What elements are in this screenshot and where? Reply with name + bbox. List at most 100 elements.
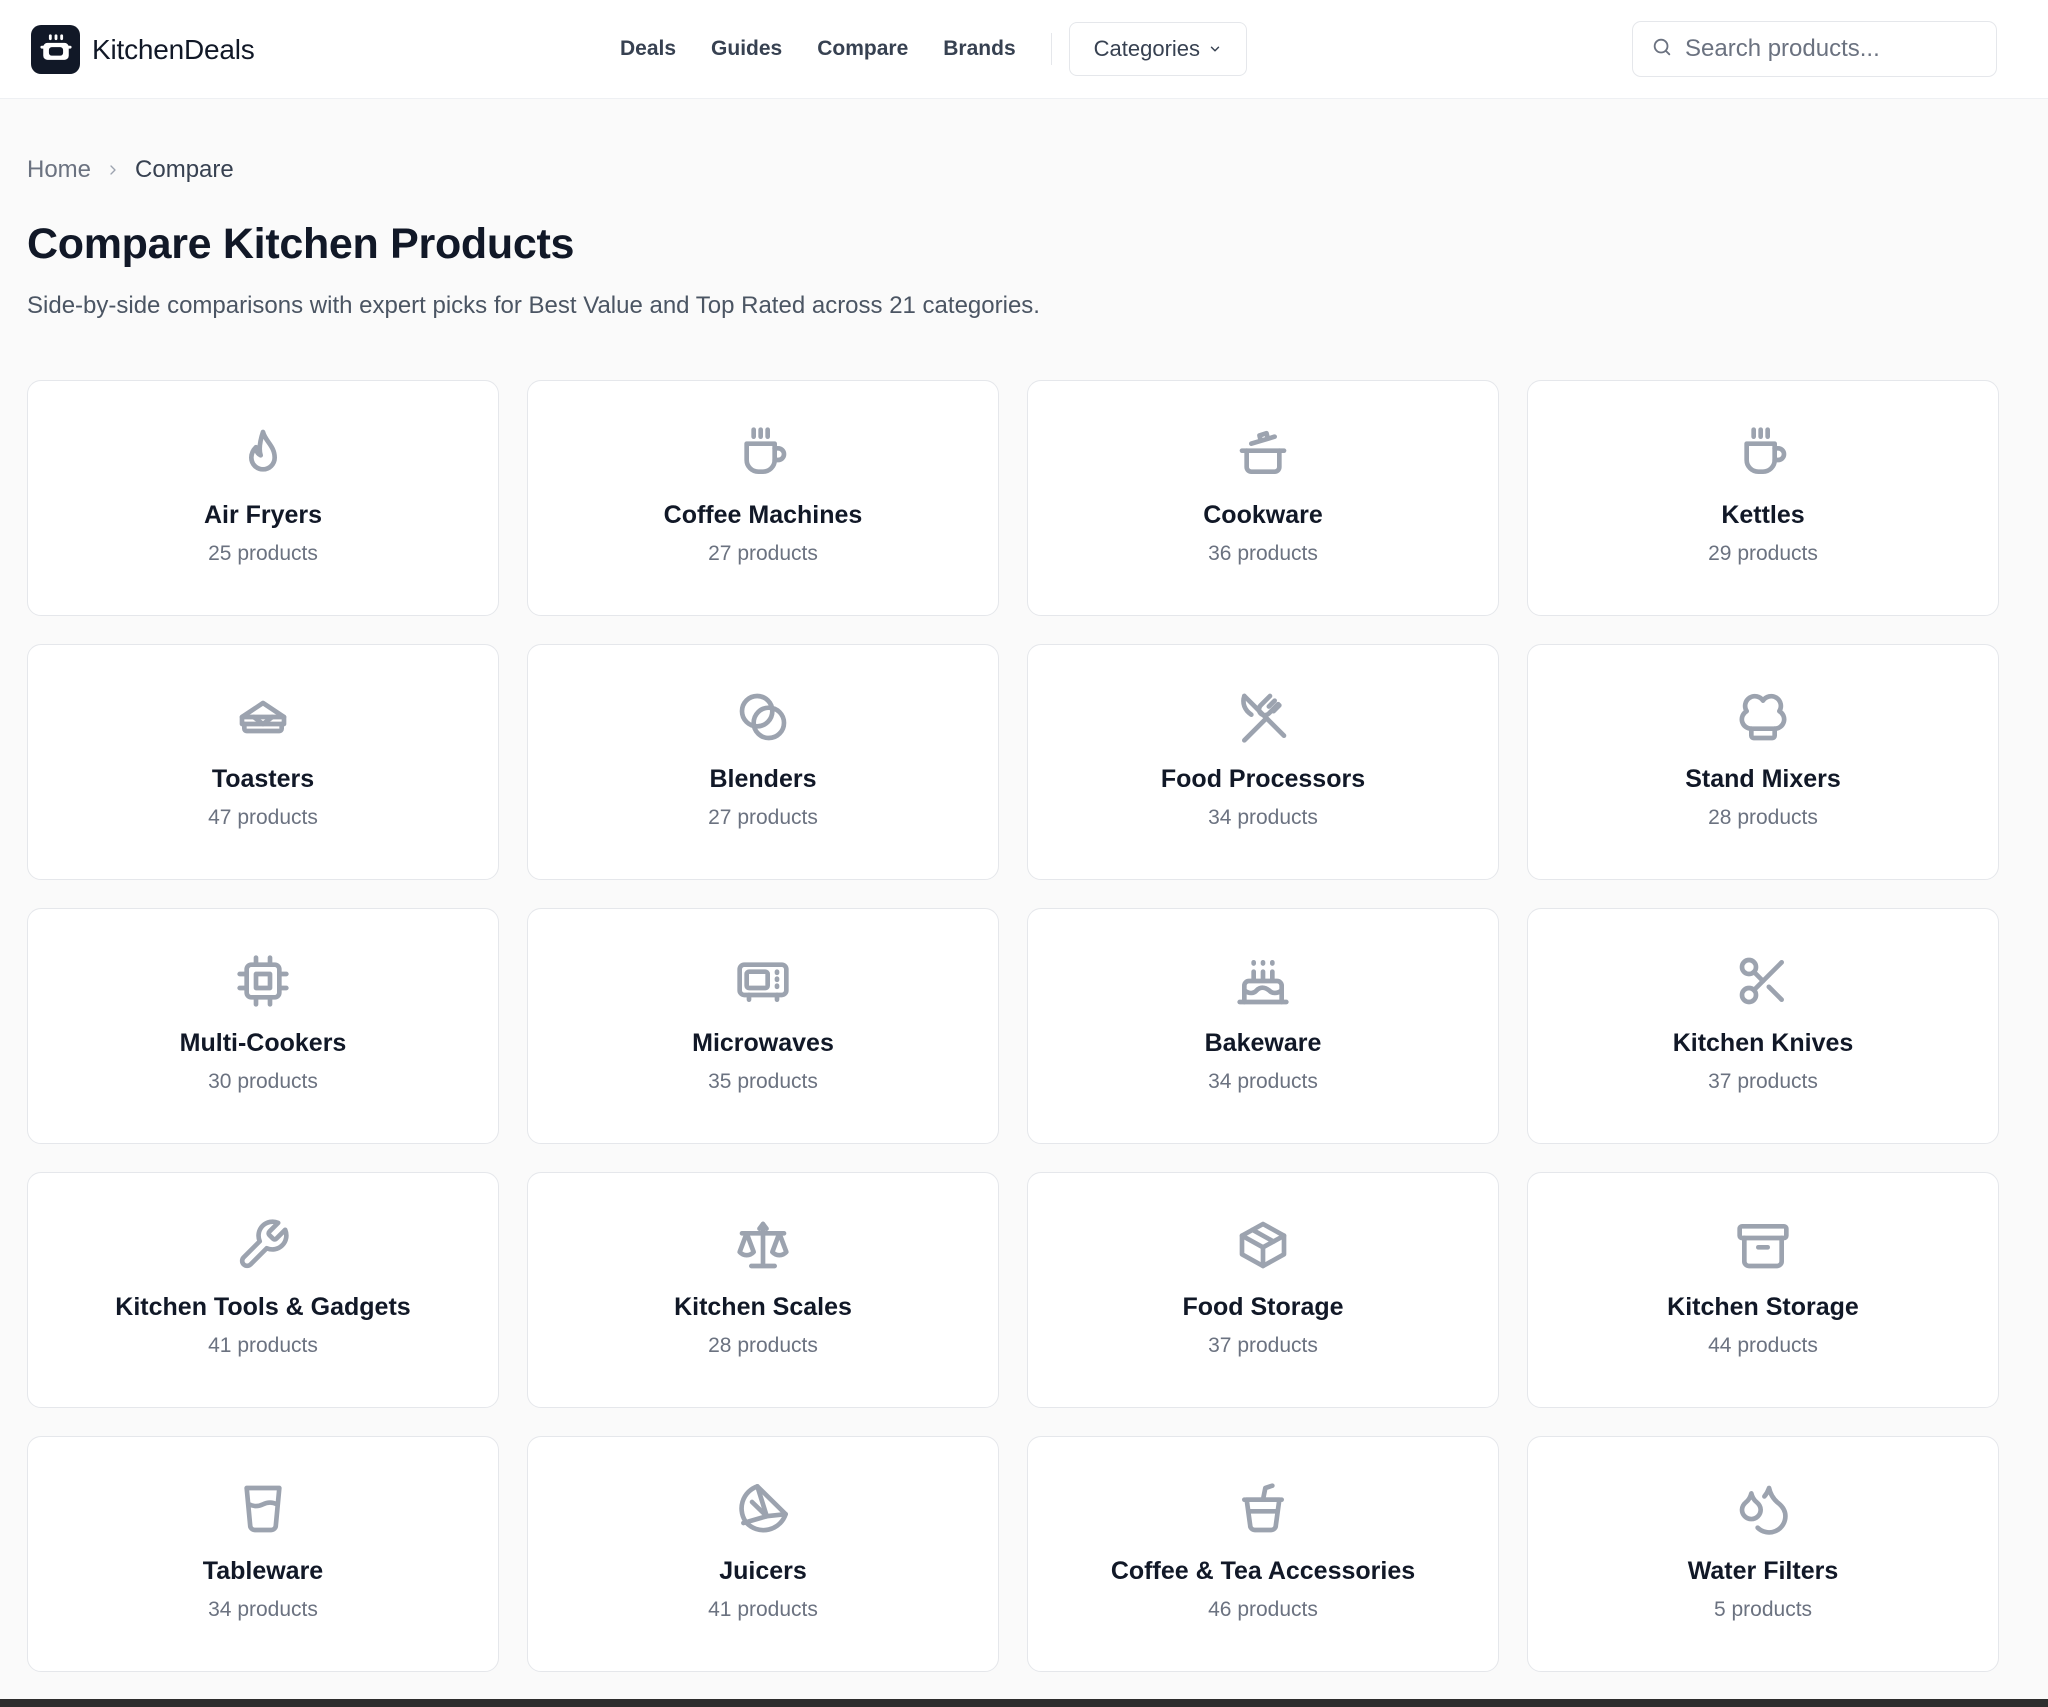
category-card-tableware[interactable]: Tableware 34 products <box>27 1436 499 1672</box>
wrench-icon <box>235 1217 291 1273</box>
archive-icon <box>1735 1217 1791 1273</box>
category-card-kitchen-storage[interactable]: Kitchen Storage 44 products <box>1527 1172 1999 1408</box>
category-card-blenders[interactable]: Blenders 27 products <box>527 644 999 880</box>
category-name: Water Filters <box>1687 1557 1839 1585</box>
category-card-kettles[interactable]: Kettles 29 products <box>1527 380 1999 616</box>
glass-icon <box>235 1481 291 1537</box>
search-input[interactable] <box>1685 35 1975 63</box>
category-count: 35 products <box>708 1070 818 1093</box>
category-name: Kitchen Tools & Gadgets <box>115 1293 411 1321</box>
category-name: Kettles <box>1721 501 1805 529</box>
category-count: 41 products <box>208 1334 318 1357</box>
nav-compare[interactable]: Compare <box>817 37 908 61</box>
category-card-coffee-and-tea-accessories[interactable]: Coffee & Tea Accessories 46 products <box>1027 1436 1499 1672</box>
page-bottom-border <box>0 1699 2048 1707</box>
category-count: 25 products <box>208 542 318 565</box>
sandwich-icon <box>235 689 291 745</box>
category-count: 30 products <box>208 1070 318 1093</box>
coffee-cup-icon <box>735 425 791 481</box>
page-title: Compare Kitchen Products <box>27 220 575 268</box>
category-name: Kitchen Knives <box>1672 1029 1854 1057</box>
category-count: 34 products <box>1208 1070 1318 1093</box>
cpu-chip-icon <box>235 953 291 1009</box>
category-count: 28 products <box>708 1334 818 1357</box>
cup-straw-icon <box>1235 1481 1291 1537</box>
category-count: 34 products <box>1208 806 1318 829</box>
category-name: Juicers <box>719 1557 807 1585</box>
nav-divider <box>1050 33 1052 65</box>
categories-dropdown[interactable]: Categories <box>1068 22 1248 76</box>
category-card-kitchen-tools-and-gadgets[interactable]: Kitchen Tools & Gadgets 41 products <box>27 1172 499 1408</box>
category-name: Multi-Cookers <box>179 1029 347 1057</box>
category-count: 27 products <box>708 806 818 829</box>
category-name: Kitchen Storage <box>1667 1293 1859 1321</box>
circles-icon <box>735 689 791 745</box>
cooking-pot-icon <box>1235 425 1291 481</box>
scissors-icon <box>1735 953 1791 1009</box>
utensils-crossed-icon <box>1235 689 1291 745</box>
category-count: 29 products <box>1708 542 1818 565</box>
category-count: 34 products <box>208 1598 318 1621</box>
category-card-microwaves[interactable]: Microwaves 35 products <box>527 908 999 1144</box>
logo-text: KitchenDeals <box>92 33 255 65</box>
search-box[interactable] <box>1632 21 1997 77</box>
category-card-food-processors[interactable]: Food Processors 34 products <box>1027 644 1499 880</box>
category-card-cookware[interactable]: Cookware 36 products <box>1027 380 1499 616</box>
chevron-down-icon <box>1208 36 1222 62</box>
category-count: 47 products <box>208 806 318 829</box>
category-count: 5 products <box>1713 1598 1813 1621</box>
flame-icon <box>235 425 291 481</box>
category-count: 37 products <box>1208 1334 1318 1357</box>
microwave-icon <box>735 953 791 1009</box>
category-name: Kitchen Scales <box>674 1293 852 1321</box>
category-name: Stand Mixers <box>1685 765 1841 793</box>
scale-icon <box>735 1217 791 1273</box>
logo[interactable]: KitchenDeals <box>31 25 255 74</box>
category-grid: Air Fryers 25 products Coffee Machines 27 p… <box>27 380 1999 1672</box>
category-card-bakeware[interactable]: Bakeware 34 products <box>1027 908 1499 1144</box>
category-card-juicers[interactable]: Juicers 41 products <box>527 1436 999 1672</box>
category-count: 44 products <box>1708 1334 1818 1357</box>
category-count: 41 products <box>708 1598 818 1621</box>
page-subtitle: Side-by-side comparisons with expert pic… <box>27 292 1040 319</box>
category-card-kitchen-scales[interactable]: Kitchen Scales 28 products <box>527 1172 999 1408</box>
category-card-air-fryers[interactable]: Air Fryers 25 products <box>27 380 499 616</box>
category-name: Cookware <box>1203 501 1323 529</box>
citrus-icon <box>735 1481 791 1537</box>
category-card-kitchen-knives[interactable]: Kitchen Knives 37 products <box>1527 908 1999 1144</box>
category-name: Toasters <box>211 765 315 793</box>
chevron-right-icon <box>105 162 121 178</box>
category-card-water-filters[interactable]: Water Filters 5 products <box>1527 1436 1999 1672</box>
category-name: Tableware <box>202 1557 324 1585</box>
category-card-coffee-machines[interactable]: Coffee Machines 27 products <box>527 380 999 616</box>
category-name: Bakeware <box>1204 1029 1322 1057</box>
category-card-toasters[interactable]: Toasters 47 products <box>27 644 499 880</box>
main-nav: Deals Guides Compare Brands Categories <box>620 22 1248 76</box>
category-name: Coffee & Tea Accessories <box>1110 1557 1416 1585</box>
category-count: 46 products <box>1208 1598 1318 1621</box>
categories-label: Categories <box>1093 36 1201 61</box>
top-navbar: KitchenDeals Deals Guides Compare Brands… <box>0 0 2048 99</box>
category-card-stand-mixers[interactable]: Stand Mixers 28 products <box>1527 644 1999 880</box>
category-name: Microwaves <box>692 1029 834 1057</box>
category-card-multi-cookers[interactable]: Multi-Cookers 30 products <box>27 908 499 1144</box>
package-icon <box>1235 1217 1291 1273</box>
droplets-icon <box>1735 1481 1791 1537</box>
category-name: Coffee Machines <box>663 501 863 529</box>
nav-brands[interactable]: Brands <box>943 37 1015 61</box>
category-name: Food Processors <box>1160 765 1366 793</box>
nav-guides[interactable]: Guides <box>711 37 782 61</box>
search-icon <box>1651 36 1673 63</box>
category-card-food-storage[interactable]: Food Storage 37 products <box>1027 1172 1499 1408</box>
nav-deals[interactable]: Deals <box>620 37 676 61</box>
category-count: 27 products <box>708 542 818 565</box>
chef-hat-icon <box>1735 689 1791 745</box>
category-count: 36 products <box>1208 542 1318 565</box>
breadcrumb: Home Compare <box>27 156 234 184</box>
category-count: 28 products <box>1708 806 1818 829</box>
breadcrumb-home[interactable]: Home <box>27 156 91 184</box>
category-name: Food Storage <box>1182 1293 1344 1321</box>
coffee-cup-icon <box>1735 425 1791 481</box>
category-count: 37 products <box>1708 1070 1818 1093</box>
category-name: Blenders <box>709 765 817 793</box>
